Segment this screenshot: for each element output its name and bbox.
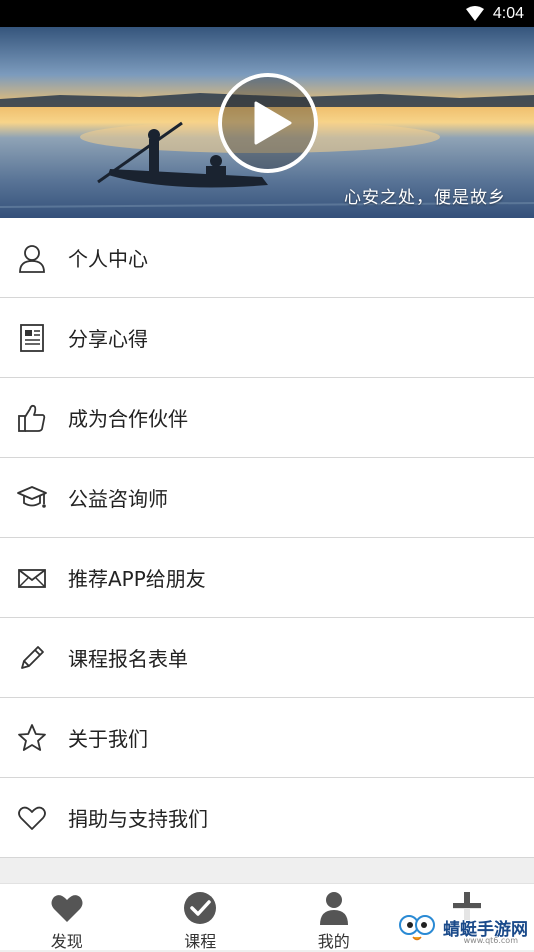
tab-label: 发现 (0, 928, 134, 952)
play-icon (252, 101, 292, 145)
video-banner[interactable]: 心安之处，便是故乡 (0, 27, 534, 218)
person-icon (16, 242, 48, 274)
menu-item-counselor[interactable]: 公益咨询师 (0, 458, 534, 538)
heart-icon (49, 890, 85, 926)
dragonfly-logo-icon (395, 909, 439, 945)
menu-item-personal-center[interactable]: 个人中心 (0, 218, 534, 298)
watermark: 蜻蜓手游网 www.qt6.com (395, 908, 528, 946)
graduation-cap-icon (16, 482, 48, 514)
menu-item-label: 成为合作伙伴 (68, 403, 188, 432)
star-icon (16, 722, 48, 754)
watermark-url: www.qt6.com (464, 936, 518, 945)
check-circle-icon (182, 890, 218, 926)
person-icon (316, 890, 352, 926)
menu-list: 个人中心 分享心得 成为合作伙伴 公益咨询师 (0, 218, 534, 858)
thumbs-up-icon (16, 402, 48, 434)
tab-discover[interactable]: 发现 (0, 884, 134, 950)
wifi-icon (466, 6, 484, 21)
menu-item-partner[interactable]: 成为合作伙伴 (0, 378, 534, 458)
tab-mine[interactable]: 我的 (267, 884, 401, 950)
menu-item-label: 课程报名表单 (68, 643, 188, 672)
menu-item-label: 推荐APP给朋友 (68, 563, 206, 592)
menu-item-course-form[interactable]: 课程报名表单 (0, 618, 534, 698)
menu-item-label: 捐助与支持我们 (68, 803, 208, 832)
status-bar: 4:04 (0, 0, 534, 27)
document-icon (16, 322, 48, 354)
heart-icon (16, 802, 48, 834)
play-button[interactable] (218, 73, 318, 173)
tab-label: 课程 (134, 928, 268, 952)
menu-item-label: 公益咨询师 (68, 483, 168, 512)
menu-item-share[interactable]: 分享心得 (0, 298, 534, 378)
menu-item-recommend-app[interactable]: 推荐APP给朋友 (0, 538, 534, 618)
menu-item-donate[interactable]: 捐助与支持我们 (0, 778, 534, 858)
tab-label: 我的 (267, 928, 401, 952)
menu-item-about-us[interactable]: 关于我们 (0, 698, 534, 778)
menu-item-label: 个人中心 (68, 243, 148, 272)
tab-courses[interactable]: 课程 (134, 884, 268, 950)
pencil-icon (16, 642, 48, 674)
menu-item-label: 分享心得 (68, 323, 148, 352)
mail-icon (16, 562, 48, 594)
banner-caption: 心安之处，便是故乡 (344, 183, 506, 208)
menu-item-label: 关于我们 (68, 723, 148, 752)
status-time: 4:04 (493, 4, 524, 24)
